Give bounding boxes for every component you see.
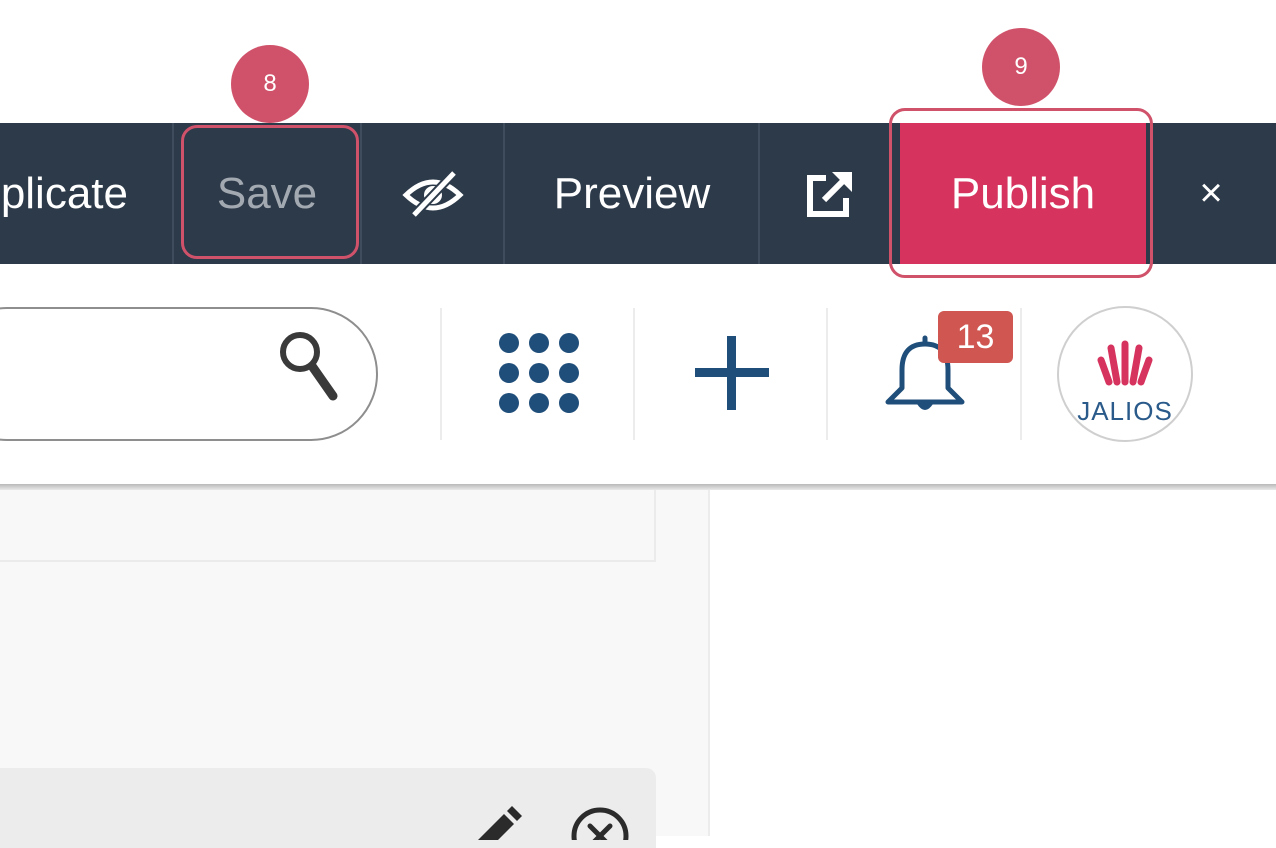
preview-button[interactable]: Preview	[505, 123, 759, 264]
callout-highlight-save	[181, 125, 359, 259]
header-divider	[1020, 308, 1022, 440]
close-icon: ×	[1199, 171, 1223, 215]
callout-highlight-publish	[889, 108, 1153, 278]
header-divider	[826, 308, 828, 440]
close-circle-icon[interactable]	[570, 806, 630, 840]
apps-grid-icon[interactable]	[497, 331, 581, 415]
duplicate-button[interactable]: plicate	[0, 123, 172, 264]
content-card	[0, 768, 656, 848]
content-panel	[0, 490, 656, 562]
right-sidebar	[710, 490, 1276, 836]
notification-count: 13	[956, 317, 995, 356]
callout-number: 9	[1014, 53, 1028, 80]
avatar-label: JALIOS	[1077, 396, 1173, 426]
notification-count-badge: 13	[938, 311, 1013, 363]
header-divider	[633, 308, 635, 440]
callout-badge-8: 8	[231, 45, 309, 123]
duplicate-label: plicate	[0, 168, 128, 218]
search-icon[interactable]	[278, 326, 340, 404]
open-external-button[interactable]	[760, 123, 900, 264]
callout-badge-9: 9	[982, 28, 1060, 106]
search-input[interactable]	[22, 349, 206, 401]
plus-icon[interactable]	[693, 334, 771, 412]
external-link-icon	[807, 171, 852, 217]
header-divider	[440, 308, 442, 440]
preview-label: Preview	[553, 168, 711, 218]
callout-number: 8	[263, 70, 277, 97]
jalios-logo-icon	[1097, 340, 1153, 386]
user-avatar[interactable]: JALIOS	[1057, 306, 1193, 442]
hide-preview-button[interactable]	[362, 123, 504, 264]
eye-slash-icon	[402, 170, 464, 217]
close-button[interactable]: ×	[1146, 123, 1276, 264]
pencil-icon[interactable]	[474, 806, 522, 840]
